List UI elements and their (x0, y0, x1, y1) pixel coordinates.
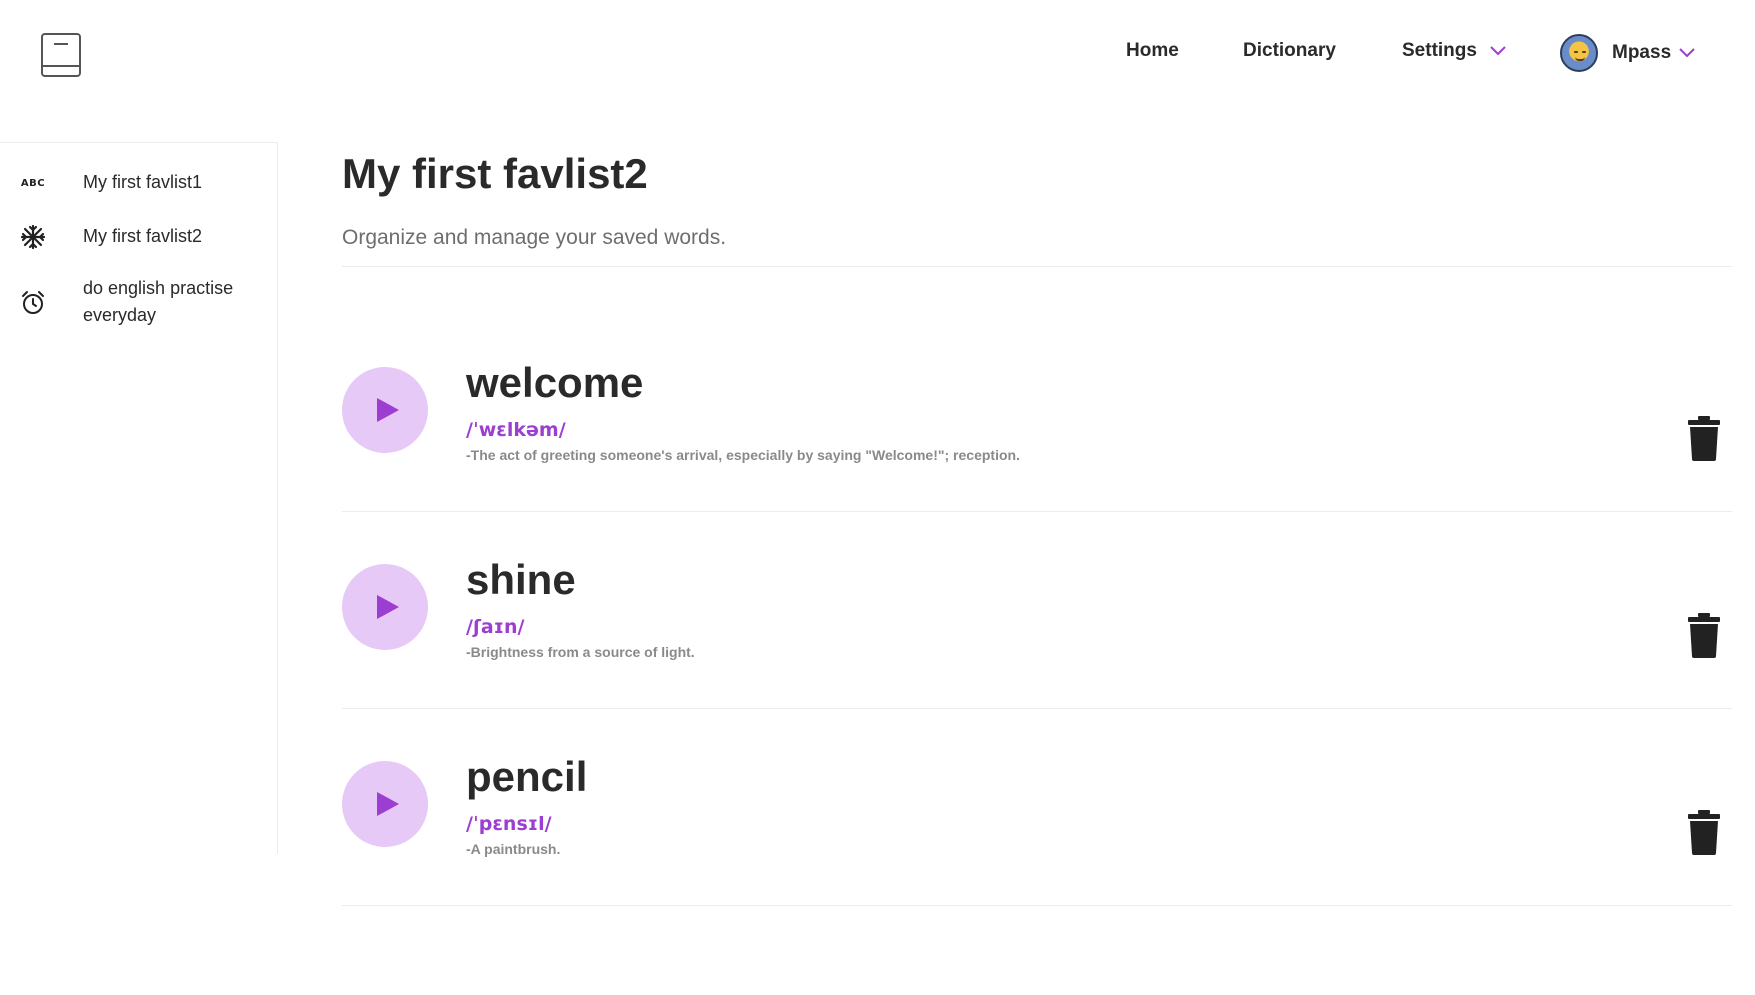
word-definition: -Brightness from a source of light. (466, 644, 695, 660)
divider (342, 708, 1732, 709)
trash-icon (1688, 613, 1720, 658)
word-phonetic: /ˈwɛlkəm/ (466, 419, 566, 441)
trash-icon (1688, 810, 1720, 855)
delete-button[interactable] (1686, 612, 1722, 658)
nav-dictionary[interactable]: Dictionary (1243, 40, 1336, 70)
play-icon (377, 398, 399, 422)
nav-settings[interactable]: Settings (1402, 40, 1506, 70)
sidebar-item-label: My first favlist2 (83, 226, 203, 246)
delete-button[interactable] (1686, 809, 1722, 855)
trash-icon (1688, 416, 1720, 461)
word-phonetic: /ʃaɪn/ (466, 616, 525, 638)
alarm-clock-icon (20, 290, 46, 316)
word-title: welcome (466, 359, 644, 406)
sidebar: ABC My first favlist1 My first favlist2 (0, 142, 278, 854)
avatar-icon (1560, 34, 1598, 72)
user-menu[interactable]: Mpass (1560, 33, 1695, 73)
snowflake-icon (20, 224, 46, 250)
top-header: Home Dictionary Settings Mpass (0, 0, 1755, 110)
nav-home[interactable]: Home (1126, 40, 1179, 70)
sidebar-item-label: do english practise everyday (83, 278, 234, 325)
play-audio-button[interactable] (342, 761, 428, 847)
divider (342, 511, 1732, 512)
word-phonetic: /ˈpɛnsɪl/ (466, 813, 552, 835)
chevron-down-icon (1679, 48, 1695, 58)
word-card: welcome /ˈwɛlkəm/ -The act of greeting s… (342, 359, 1732, 497)
page-title: My first favlist2 (342, 150, 648, 197)
sidebar-item-label: My first favlist1 (83, 172, 203, 192)
word-definition: -A paintbrush. (466, 841, 561, 857)
sidebar-item-favlist1[interactable]: ABC My first favlist1 (0, 167, 277, 199)
play-audio-button[interactable] (342, 367, 428, 453)
nav-dictionary-label: Dictionary (1243, 40, 1336, 61)
delete-button[interactable] (1686, 415, 1722, 461)
play-icon (377, 792, 399, 816)
word-title: pencil (466, 753, 588, 800)
book-icon[interactable] (40, 32, 82, 78)
play-audio-button[interactable] (342, 564, 428, 650)
word-card: pencil /ˈpɛnsɪl/ -A paintbrush. (342, 753, 1732, 891)
word-card: shine /ʃaɪn/ -Brightness from a source o… (342, 556, 1732, 694)
divider (342, 905, 1732, 906)
divider (342, 266, 1732, 267)
word-title: shine (466, 556, 576, 603)
nav-home-label: Home (1126, 40, 1179, 61)
abc-icon: ABC (20, 177, 46, 189)
chevron-down-icon (1490, 46, 1506, 56)
sidebar-item-favlist2[interactable]: My first favlist2 (0, 221, 277, 253)
user-name: Mpass (1612, 42, 1672, 63)
page-subtitle: Organize and manage your saved words. (342, 226, 727, 249)
sidebar-item-practise[interactable]: do english practise everyday (0, 273, 277, 333)
word-definition: -The act of greeting someone's arrival, … (466, 447, 1020, 463)
play-icon (377, 595, 399, 619)
nav-settings-label: Settings (1402, 40, 1477, 61)
